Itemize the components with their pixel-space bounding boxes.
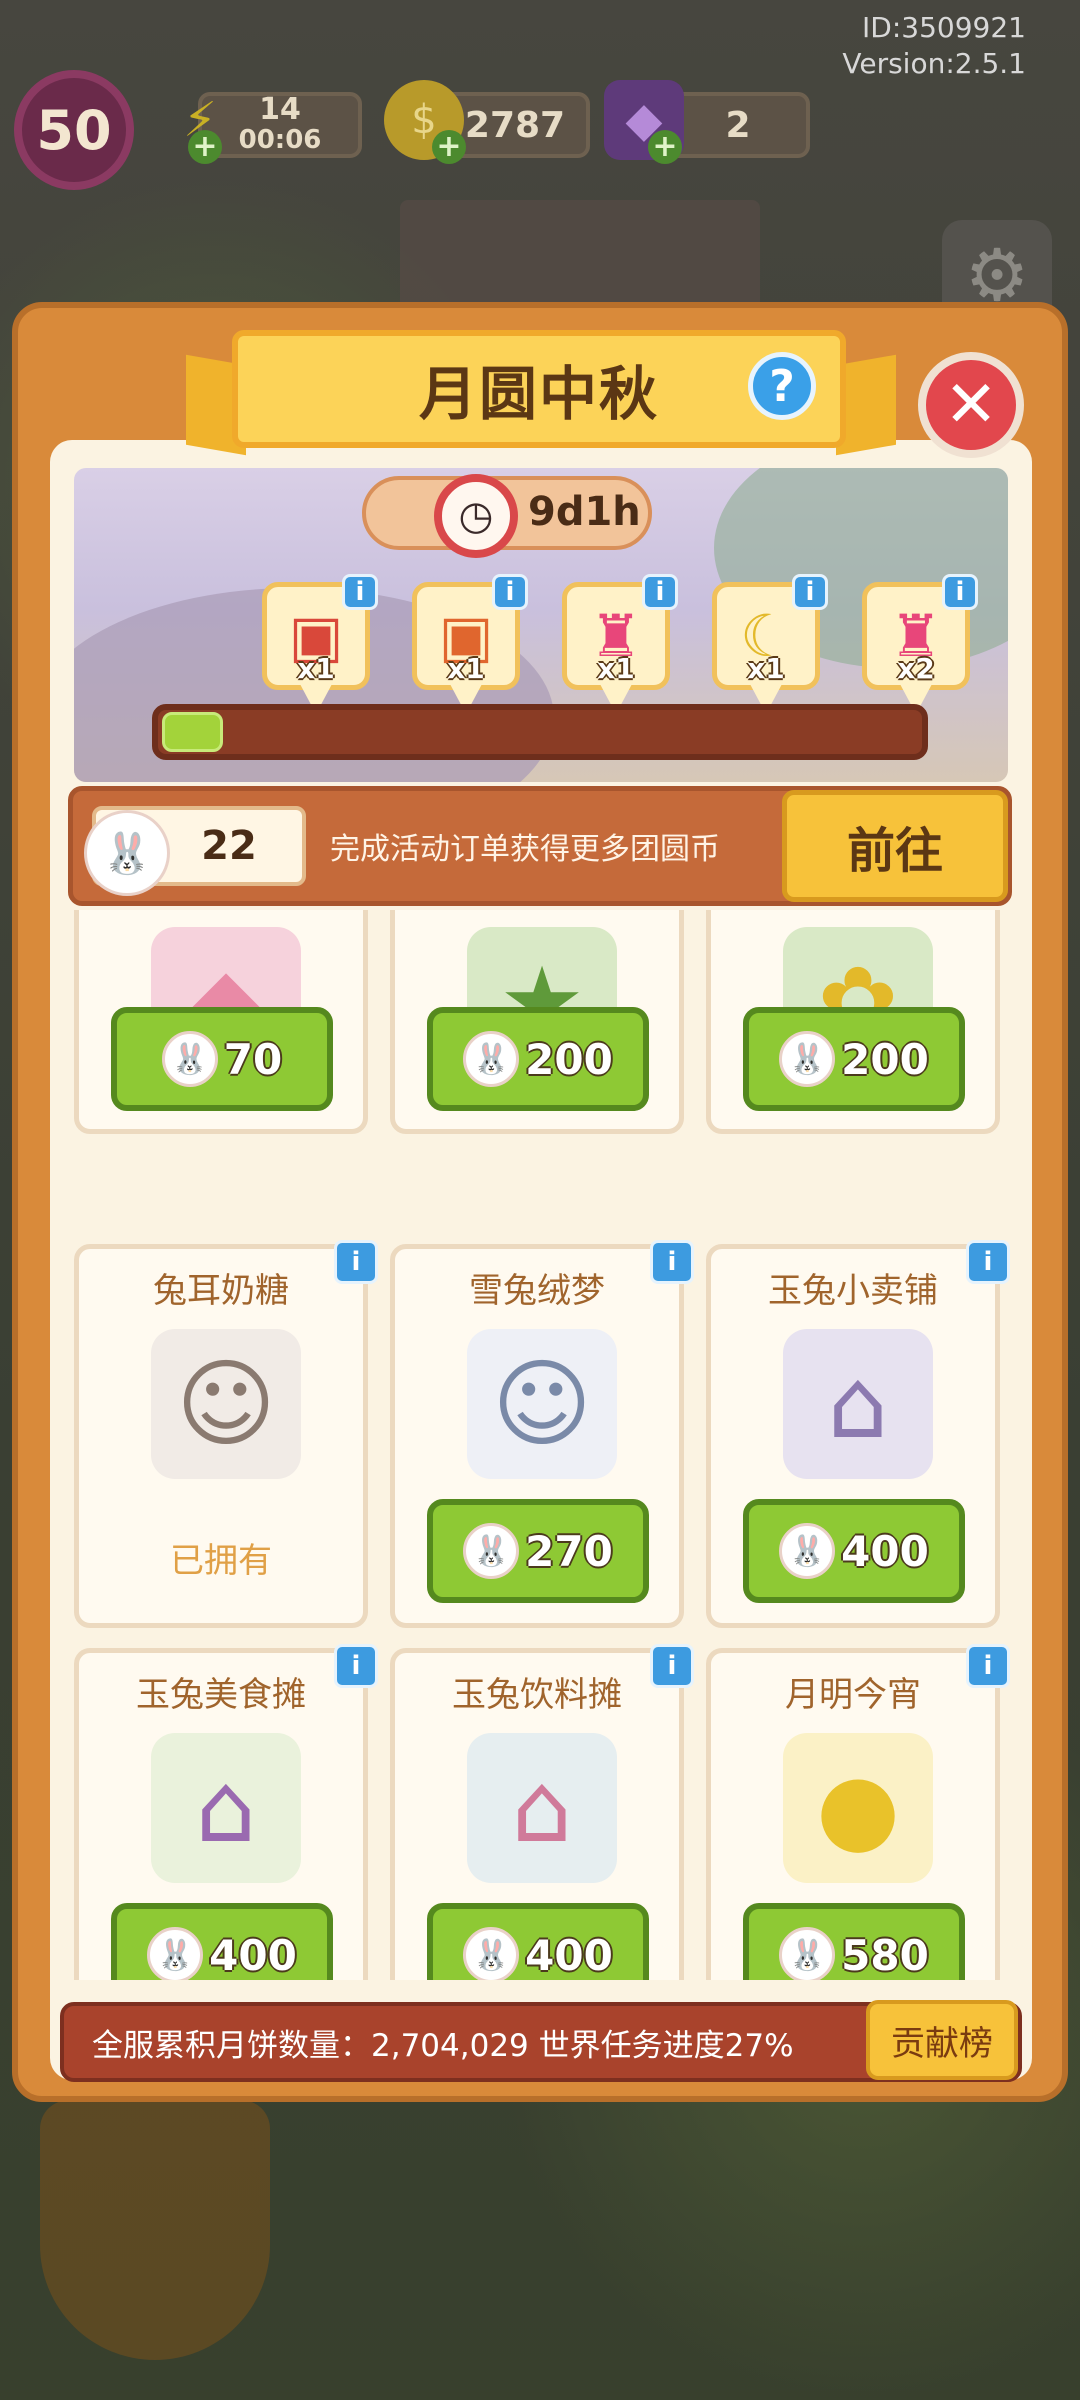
- energy-timer: 00:06: [238, 125, 322, 155]
- event-progress-fill: [162, 712, 223, 752]
- info-icon[interactable]: i: [492, 574, 528, 610]
- shop-item-card[interactable]: 兔耳奶糖 ☺ 已拥有: [74, 1244, 368, 1628]
- reward-qty: x1: [747, 652, 785, 685]
- coin-value: 2787: [464, 104, 566, 146]
- buy-button[interactable]: 🐰 70: [111, 1007, 333, 1111]
- player-id: ID:3509921: [862, 11, 1026, 44]
- item-price: 270: [525, 1526, 613, 1576]
- food-stall-icon: ⌂: [151, 1733, 301, 1883]
- item-price: 400: [841, 1526, 929, 1576]
- shop-item-card[interactable]: ◆ 🐰 70: [74, 910, 368, 1134]
- account-info: ID:3509921 Version:2.5.1: [842, 10, 1026, 82]
- bunny-coin-icon: 🐰: [779, 1523, 836, 1579]
- item-name: 玉兔小卖铺: [768, 1271, 938, 1311]
- buy-button[interactable]: 🐰 270: [427, 1499, 649, 1603]
- bunny-girl-icon: ☺: [151, 1329, 301, 1479]
- bunny-boy-icon: ☺: [467, 1329, 617, 1479]
- buy-button[interactable]: 🐰 200: [743, 1007, 965, 1111]
- buy-button[interactable]: 🐰 400: [743, 1499, 965, 1603]
- info-icon[interactable]: i: [642, 574, 678, 610]
- event-progress-bar: [152, 704, 928, 760]
- bunny-coin-icon: 🐰: [161, 1031, 218, 1087]
- event-currency-hint: 完成活动订单获得更多团圆币: [330, 832, 720, 867]
- bunny-coin-icon: 🐰: [84, 810, 170, 896]
- shop-item-card[interactable]: ✿ 🐰 200: [706, 910, 1000, 1134]
- item-name: 玉兔美食摊: [136, 1675, 306, 1715]
- background-energy-sign: [40, 2100, 270, 2360]
- goto-button[interactable]: 前往: [782, 790, 1008, 902]
- moon-lamp-icon: ●: [783, 1733, 933, 1883]
- version-text: Version:2.5.1: [842, 47, 1026, 80]
- clock-icon: ◷: [434, 474, 518, 558]
- close-icon[interactable]: ✕: [918, 352, 1024, 458]
- shop-item-card[interactable]: 雪兔绒梦 ☺ 🐰 270: [390, 1244, 684, 1628]
- info-icon[interactable]: i: [334, 1240, 378, 1284]
- bunny-coin-icon: 🐰: [779, 1927, 836, 1980]
- timer-text: 9d1h: [528, 489, 641, 535]
- bunny-coin-icon: 🐰: [463, 1031, 520, 1087]
- bunny-coin-icon: 🐰: [463, 1523, 520, 1579]
- bunny-coin-icon: 🐰: [463, 1927, 520, 1980]
- contribution-rank-button[interactable]: 贡献榜: [866, 2000, 1018, 2080]
- level-value: 50: [36, 98, 112, 162]
- shop-item-card[interactable]: 玉兔饮料摊 ⌂ 🐰 400: [390, 1648, 684, 1980]
- buy-button[interactable]: 🐰 580: [743, 1903, 965, 1980]
- buy-button[interactable]: 🐰 200: [427, 1007, 649, 1111]
- buy-button[interactable]: 🐰 400: [111, 1903, 333, 1980]
- reward-qty: x1: [447, 652, 485, 685]
- info-icon[interactable]: i: [792, 574, 828, 610]
- item-price: 70: [223, 1034, 283, 1084]
- info-icon[interactable]: i: [334, 1644, 378, 1688]
- info-icon[interactable]: i: [650, 1240, 694, 1284]
- add-energy-button[interactable]: +: [188, 130, 222, 164]
- item-price: 200: [841, 1034, 929, 1084]
- panel-title: 月圆中秋: [418, 360, 659, 428]
- reward-qty: x2: [897, 652, 935, 685]
- gem-value: 2: [725, 104, 751, 146]
- info-icon[interactable]: i: [966, 1240, 1010, 1284]
- energy-value: 14: [259, 92, 301, 127]
- reward-qty: x1: [297, 652, 335, 685]
- shop-grid: ◆ 🐰 70 ★ 🐰 200 ✿ 🐰 200 兔耳奶糖 ☺ 已拥有 i 雪兔绒梦…: [50, 910, 1032, 1980]
- bunny-coin-icon: 🐰: [147, 1927, 204, 1980]
- buy-button[interactable]: 🐰 400: [427, 1903, 649, 1980]
- owned-label: 已拥有: [170, 1541, 272, 1581]
- item-name: 雪兔绒梦: [469, 1271, 605, 1311]
- item-name: 月明今宵: [785, 1675, 921, 1715]
- item-price: 200: [525, 1034, 613, 1084]
- info-icon[interactable]: i: [650, 1644, 694, 1688]
- add-coins-button[interactable]: +: [432, 130, 466, 164]
- event-currency-value: 22: [201, 823, 257, 869]
- bunny-shop-icon: ⌂: [783, 1329, 933, 1479]
- question-icon[interactable]: ?: [748, 352, 816, 420]
- player-level[interactable]: 50: [14, 70, 134, 190]
- shop-item-card[interactable]: ★ 🐰 200: [390, 910, 684, 1134]
- info-icon[interactable]: i: [942, 574, 978, 610]
- item-price: 400: [525, 1930, 613, 1980]
- item-price: 400: [209, 1930, 297, 1980]
- bunny-coin-icon: 🐰: [779, 1031, 836, 1087]
- shop-item-card[interactable]: 月明今宵 ● 🐰 580: [706, 1648, 1000, 1980]
- shop-item-card[interactable]: 玉兔小卖铺 ⌂ 🐰 400: [706, 1244, 1000, 1628]
- reward-qty: x1: [597, 652, 635, 685]
- info-icon[interactable]: i: [966, 1644, 1010, 1688]
- item-price: 580: [841, 1930, 929, 1980]
- drink-stall-icon: ⌂: [467, 1733, 617, 1883]
- item-name: 兔耳奶糖: [153, 1271, 289, 1311]
- shop-item-card[interactable]: 玉兔美食摊 ⌂ 🐰 400: [74, 1648, 368, 1980]
- gem-counter: 2: [666, 92, 810, 158]
- item-name: 玉兔饮料摊: [452, 1675, 622, 1715]
- add-gems-button[interactable]: +: [648, 130, 682, 164]
- world-task-progress: 全服累积月饼数量：2,704,029 世界任务进度27%: [92, 2027, 794, 2064]
- info-icon[interactable]: i: [342, 574, 378, 610]
